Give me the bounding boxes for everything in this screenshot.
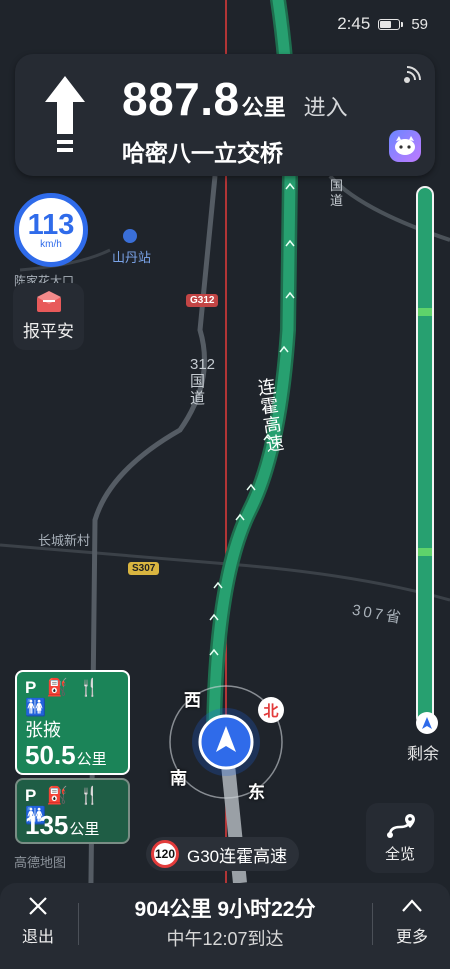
service-facility-icons: P ⛽ 🍴 🚻	[25, 678, 103, 717]
voice-icon[interactable]	[399, 64, 423, 88]
chevron-up-icon	[402, 899, 422, 912]
guidance-action: 进入	[303, 95, 348, 120]
status-time: 2:45	[337, 14, 371, 33]
service-area-distance: 135 公里	[25, 810, 100, 840]
service-area-name: 张掖	[25, 720, 61, 740]
service-area-card[interactable]: P ⛽ 🍴 🚻 135 公里	[15, 778, 130, 844]
speed-limit-sign: 120	[151, 840, 179, 868]
compass-north[interactable]: 北	[258, 697, 284, 723]
envelope-icon	[36, 291, 61, 312]
current-speed: 113 km/h	[14, 193, 88, 267]
road-shield-s307: S307	[128, 562, 160, 575]
speed-unit: km/h	[40, 238, 62, 250]
compass-west: 西	[184, 691, 201, 710]
current-road-chip: 120 G30连霍高速	[146, 837, 300, 871]
close-icon	[29, 897, 47, 915]
distance-unit: 公里	[241, 95, 286, 120]
bottom-bar: 退出 904公里 9小时22分 中午12:07到达 更多	[0, 883, 450, 969]
progress-position-icon	[416, 712, 438, 734]
guidance-distance: 887.8 公里 进入	[122, 72, 348, 126]
report-safe-button[interactable]: 报平安	[13, 283, 84, 350]
road-312-partial-label: 国道	[330, 178, 344, 208]
exit-button[interactable]: 退出	[8, 895, 68, 947]
compass-east: 东	[248, 783, 265, 802]
service-area-distance: 50.5 公里	[25, 740, 107, 770]
next-road-name: 哈密八一立交桥	[122, 140, 283, 166]
guidance-panel[interactable]: 887.8 公里 进入 哈密八一立交桥	[15, 54, 435, 176]
assistant-avatar-icon[interactable]	[389, 130, 421, 162]
straight-arrow-icon	[45, 76, 85, 152]
exit-label: 退出	[21, 929, 54, 946]
service-area-card[interactable]: P ⛽ 🍴 🚻 张掖 50.5 公里	[15, 670, 130, 775]
overview-label: 全览	[384, 845, 415, 863]
current-road-name: G30连霍高速	[187, 846, 288, 866]
more-label: 更多	[395, 929, 428, 946]
battery-percent: 59	[411, 15, 428, 33]
arrival-time: 中午12:07到达	[166, 929, 284, 949]
station-label: 山丹站	[112, 250, 152, 265]
route-progress-bar	[416, 186, 434, 726]
road-shield-g312: G312	[186, 294, 219, 307]
road-312-label: 312国道	[190, 356, 216, 407]
route-overview-icon	[387, 813, 415, 838]
compass-south: 南	[170, 769, 187, 788]
map-credit: 高德地图	[14, 855, 67, 870]
trip-summary: 904公里 9小时22分	[134, 898, 316, 921]
village-label: 长城新村	[38, 533, 91, 548]
speed-value: 113	[27, 208, 75, 241]
status-bar: 2:45 59	[337, 14, 428, 34]
remaining-label: 剩余	[407, 746, 440, 763]
more-button[interactable]: 更多	[382, 895, 442, 947]
distance-value: 887.8	[122, 73, 240, 125]
train-station-icon	[123, 229, 137, 243]
battery-icon	[378, 18, 401, 30]
report-safe-label: 报平安	[23, 322, 74, 341]
overview-button[interactable]: 全览	[366, 803, 434, 873]
